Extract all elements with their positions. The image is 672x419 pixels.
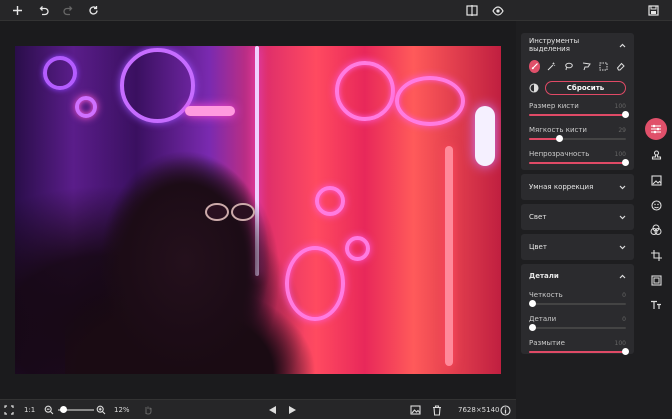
- sunglasses: [201, 203, 261, 223]
- chevron-up-icon: [618, 272, 626, 280]
- zoom-value: 12%: [114, 406, 130, 414]
- chevron-down-icon: [618, 183, 626, 191]
- selection-tools-header[interactable]: Инструменты выделения: [521, 33, 634, 57]
- face-icon[interactable]: [647, 196, 665, 214]
- slider-value: 29: [618, 126, 626, 134]
- brush-size-slider[interactable]: Размер кисти 100: [521, 99, 634, 123]
- crop-icon[interactable]: [647, 246, 665, 264]
- slider-fill: [529, 114, 626, 116]
- prev-image-icon[interactable]: [268, 402, 277, 418]
- selection-tools-section: Инструменты выделения Сбросить Размер ки…: [521, 33, 634, 170]
- magic-wand-icon[interactable]: [546, 60, 557, 73]
- details-slider[interactable]: Детали 0: [521, 312, 634, 336]
- adjustments-icon[interactable]: [645, 118, 667, 140]
- slider-handle[interactable]: [622, 111, 629, 118]
- slider-fill: [529, 138, 558, 140]
- slider-handle[interactable]: [529, 300, 536, 307]
- adjustments-panel: Инструменты выделения Сбросить Размер ки…: [521, 33, 634, 399]
- image-icon[interactable]: [647, 171, 665, 189]
- section-title: Свет: [529, 213, 547, 221]
- rect-select-icon[interactable]: [598, 60, 609, 73]
- smart-correction-section[interactable]: Умная коррекция: [521, 174, 634, 200]
- right-tool-bar: [640, 118, 672, 318]
- slider-handle[interactable]: [529, 324, 536, 331]
- image-dimensions: 7628×5140: [458, 406, 500, 414]
- zoom-slider-handle[interactable]: [60, 406, 67, 413]
- slider-label: Размер кисти: [529, 102, 579, 110]
- stamp-icon[interactable]: [647, 146, 665, 164]
- slider-label: Непрозрачность: [529, 150, 590, 158]
- eraser-icon[interactable]: [615, 60, 626, 73]
- section-title: Цвет: [529, 243, 547, 251]
- section-title: Инструменты выделения: [529, 37, 580, 53]
- bottom-toolbar: 1:1 12% 7628×5140: [0, 399, 516, 419]
- fit-screen-icon[interactable]: [4, 402, 14, 418]
- slider-label: Детали: [529, 315, 557, 323]
- slider-value: 100: [614, 102, 626, 110]
- person-silhouette: [65, 151, 315, 374]
- canvas-area[interactable]: [0, 21, 516, 399]
- next-image-icon[interactable]: [288, 402, 297, 418]
- slider-value: 0: [622, 291, 626, 299]
- info-icon[interactable]: [500, 402, 511, 418]
- clarity-slider[interactable]: Четкость 0: [521, 288, 634, 312]
- selection-tool-row: [521, 57, 634, 75]
- color-filter-icon[interactable]: [647, 221, 665, 239]
- slider-handle[interactable]: [555, 135, 563, 142]
- slider-label: Мягкость кисти: [529, 126, 587, 134]
- compare-icon[interactable]: [463, 2, 480, 19]
- zoom-out-icon[interactable]: [44, 402, 54, 418]
- polygon-lasso-icon[interactable]: [581, 60, 592, 73]
- preview-icon[interactable]: [489, 2, 506, 19]
- text-icon[interactable]: [647, 296, 665, 314]
- chevron-up-icon: [618, 41, 626, 49]
- brush-icon[interactable]: [529, 59, 541, 73]
- add-icon[interactable]: [9, 2, 26, 19]
- top-toolbar: [0, 0, 672, 21]
- slider-label: Четкость: [529, 291, 563, 299]
- details-header[interactable]: Детали: [521, 264, 634, 288]
- photo-editor-app: 1:1 12% 7628×5140 Инструменты выделения …: [0, 0, 672, 419]
- invert-selection-icon[interactable]: [529, 83, 539, 93]
- slider-value: 100: [614, 339, 626, 347]
- slider-label: Размытие: [529, 339, 565, 347]
- resize-icon[interactable]: [647, 271, 665, 289]
- slider-handle[interactable]: [622, 348, 629, 355]
- reset-button[interactable]: Сбросить: [545, 81, 626, 95]
- zoom-in-icon[interactable]: [96, 402, 106, 418]
- trash-icon[interactable]: [432, 402, 442, 418]
- photo-preview[interactable]: [15, 46, 501, 374]
- slider-fill: [529, 351, 626, 353]
- save-icon[interactable]: [645, 2, 662, 19]
- slider-value: 100: [614, 150, 626, 158]
- section-title: Умная коррекция: [529, 183, 594, 191]
- light-section[interactable]: Свет: [521, 204, 634, 230]
- slider-fill: [529, 162, 626, 164]
- slider-value: 0: [622, 315, 626, 323]
- redo-icon[interactable]: [60, 2, 77, 19]
- undo-icon[interactable]: [35, 2, 52, 19]
- color-section[interactable]: Цвет: [521, 234, 634, 260]
- hand-icon[interactable]: [143, 402, 153, 418]
- blur-slider[interactable]: Размытие 100: [521, 336, 634, 360]
- slider-handle[interactable]: [622, 159, 629, 166]
- lasso-icon[interactable]: [563, 60, 574, 73]
- reset-row: Сбросить: [521, 75, 634, 99]
- brush-softness-slider[interactable]: Мягкость кисти 29: [521, 123, 634, 147]
- chevron-down-icon: [618, 213, 626, 221]
- opacity-slider[interactable]: Непрозрачность 100: [521, 147, 634, 171]
- ratio-button[interactable]: 1:1: [24, 402, 35, 418]
- chevron-down-icon: [618, 243, 626, 251]
- details-section: Детали Четкость 0 Детали 0 Размытие 100: [521, 264, 634, 355]
- section-title: Детали: [529, 272, 559, 280]
- rotate-icon[interactable]: [85, 2, 102, 19]
- gallery-icon[interactable]: [410, 402, 421, 418]
